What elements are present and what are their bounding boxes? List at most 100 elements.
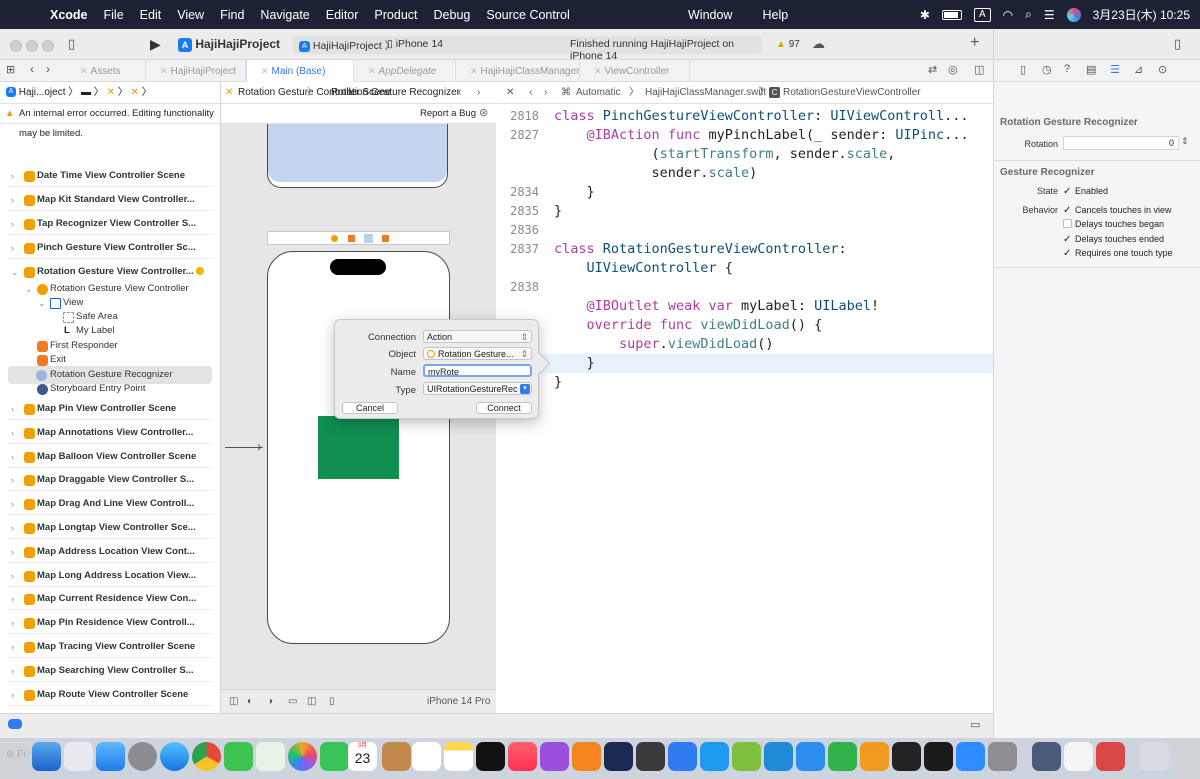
system-settings-icon[interactable]: [128, 742, 157, 771]
music-icon[interactable]: [508, 742, 537, 771]
notes-icon[interactable]: [444, 742, 473, 771]
adjust-editor-icon[interactable]: ◎: [948, 63, 958, 76]
help-inspector-icon[interactable]: ?: [1064, 63, 1070, 75]
menu-window[interactable]: Window: [680, 8, 740, 22]
launchpad-icon[interactable]: [64, 742, 93, 771]
device-config-label[interactable]: iPhone 14 Pro: [427, 690, 490, 713]
battery-icon[interactable]: [941, 9, 962, 20]
arrow-right-circle-icon[interactable]: ⊛: [479, 106, 488, 119]
add-icon[interactable]: +: [970, 34, 979, 52]
identity-inspector-icon[interactable]: ▤: [1086, 63, 1096, 76]
maps-icon[interactable]: [256, 742, 285, 771]
forward-icon[interactable]: ›: [46, 62, 50, 76]
calendar-icon[interactable]: 3月 23: [348, 742, 377, 771]
menu-edit[interactable]: Edit: [132, 8, 170, 22]
close-editor-icon[interactable]: ✕: [506, 82, 514, 103]
behavior-checkbox[interactable]: ✓ Cancels touches in view: [1063, 205, 1172, 216]
chevron-right-icon[interactable]: ›: [11, 638, 14, 656]
simulator-icon[interactable]: [1032, 742, 1061, 771]
messages-icon[interactable]: [224, 742, 253, 771]
warnings-indicator[interactable]: ▲ 97: [776, 39, 800, 50]
menu-clock[interactable]: 3月23日(木) 10:25: [1093, 6, 1190, 23]
code-line[interactable]: 2835}: [497, 202, 993, 221]
code-line[interactable]: 2840 override func viewDidLoad() {: [497, 316, 993, 335]
code-line[interactable]: 2836: [497, 221, 993, 240]
tab-classmanager[interactable]: ✕ HajiHajiClassManager: [456, 60, 580, 82]
code-line[interactable]: 2837 class RotationGestureViewController:: [497, 240, 993, 259]
code-line[interactable]: }: [497, 373, 993, 392]
code-line[interactable]: (startTransform, sender.scale,: [497, 145, 993, 164]
outline-toggle-icon[interactable]: ◫: [229, 690, 238, 713]
code-line[interactable]: 2818 class PinchGestureViewController: UI…: [497, 107, 993, 126]
controller-icon[interactable]: [331, 235, 338, 242]
photos-icon[interactable]: [288, 742, 317, 771]
menu-view[interactable]: View: [169, 8, 212, 22]
hide-debug-icon[interactable]: ▭: [970, 718, 980, 731]
zoom-icon[interactable]: [956, 742, 985, 771]
rotation-scene-phone[interactable]: [267, 251, 450, 644]
jump-automatic[interactable]: Automatic: [576, 82, 620, 103]
chevron-right-icon[interactable]: ›: [11, 495, 14, 513]
connections-inspector-icon[interactable]: ⊙: [1158, 63, 1167, 76]
chevron-right-icon[interactable]: ›: [11, 590, 14, 608]
list-item[interactable]: › Map Longtap View Controller Sce...: [0, 519, 221, 537]
code-line[interactable]: super.viewDidLoad(): [497, 335, 993, 354]
iphone-icon[interactable]: ▯: [329, 690, 335, 713]
list-item[interactable]: › Map Drag And Line View Controll...: [0, 495, 221, 513]
numbers-icon[interactable]: [828, 742, 857, 771]
variation-icon[interactable]: ▭: [288, 690, 297, 713]
run-button[interactable]: ▶: [150, 36, 161, 53]
chevron-right-icon[interactable]: ›: [11, 400, 14, 418]
textedit-icon[interactable]: [1064, 742, 1093, 771]
close-tab-icon[interactable]: ✕: [160, 66, 168, 76]
type-combobox[interactable]: UIRotationGestureRec ▾: [423, 382, 532, 395]
contacts-icon[interactable]: [382, 742, 411, 771]
attributes-inspector-icon[interactable]: ☰: [1110, 63, 1120, 76]
connect-button[interactable]: Connect: [476, 402, 532, 414]
list-item[interactable]: › Map Tracing View Controller Scene: [0, 638, 221, 656]
connection-select[interactable]: Action ⇕: [423, 330, 532, 343]
control-center-icon[interactable]: ☰: [1044, 8, 1055, 22]
back-icon[interactable]: ‹: [30, 62, 34, 76]
jump-recognizer[interactable]: Rotation Gesture Recognizer: [331, 82, 460, 103]
forward-icon[interactable]: ›: [544, 82, 547, 103]
back-icon[interactable]: ‹: [458, 82, 461, 103]
vscode-icon[interactable]: [764, 742, 793, 771]
report-bug-link[interactable]: Report a Bug: [420, 108, 476, 119]
inspector-toggle-icon[interactable]: ▯: [1174, 36, 1181, 52]
size-class-icon[interactable]: ◫: [307, 690, 316, 713]
my-label-view[interactable]: [318, 416, 399, 479]
menu-product[interactable]: Product: [366, 8, 425, 22]
code-line[interactable]: UIViewController {: [497, 259, 993, 278]
app-store-icon[interactable]: [700, 742, 729, 771]
list-item[interactable]: › Map Long Address Location View...: [0, 567, 221, 585]
close-tab-icon[interactable]: ✕: [261, 66, 269, 76]
scheme-selector[interactable]: A HajiHajiProject 〉: [299, 38, 395, 53]
instruments-icon[interactable]: [604, 742, 633, 771]
menu-source-control[interactable]: Source Control: [478, 8, 577, 22]
close-tab-icon[interactable]: ✕: [80, 66, 88, 76]
close-tab-icon[interactable]: ✕: [594, 66, 602, 76]
cancel-button[interactable]: Cancel: [342, 402, 398, 414]
code-line[interactable]: 2827 @IBAction func myPinchLabel(_ sende…: [497, 126, 993, 145]
code-line[interactable]: @IBOutlet weak var myLabel: UILabel!: [497, 297, 993, 316]
history-inspector-icon[interactable]: ◷: [1042, 63, 1052, 76]
related-items-icon[interactable]: ⌘: [561, 82, 571, 103]
canvas-jump-bar[interactable]: ✕ Rotation Gesture Controller Scene 〉 ◌ …: [221, 82, 496, 104]
chevron-right-icon[interactable]: ›: [11, 471, 14, 489]
chevron-right-icon[interactable]: ›: [11, 614, 14, 632]
list-item[interactable]: › Map Balloon View Controller Scene: [0, 448, 221, 466]
file-inspector-icon[interactable]: ▯: [1020, 63, 1026, 76]
menu-debug[interactable]: Debug: [426, 8, 479, 22]
chevron-down-icon[interactable]: ▾: [520, 384, 530, 394]
project-title[interactable]: HajiHajiProject: [195, 37, 280, 51]
name-input[interactable]: myRote: [423, 364, 532, 377]
editor-jump-bar[interactable]: ✕ ‹ › ⌘ Automatic 〉 HajiHajiClassManager…: [497, 82, 993, 104]
split-editor-icon[interactable]: ◫: [974, 63, 984, 76]
kotoeri-icon[interactable]: [1096, 742, 1125, 771]
code-line[interactable]: }: [497, 354, 993, 373]
filter-icon[interactable]: ⊜: [6, 749, 14, 760]
safari-icon[interactable]: [160, 742, 189, 771]
activity-monitor-icon[interactable]: [892, 742, 921, 771]
minimize-window-button[interactable]: [26, 40, 38, 52]
